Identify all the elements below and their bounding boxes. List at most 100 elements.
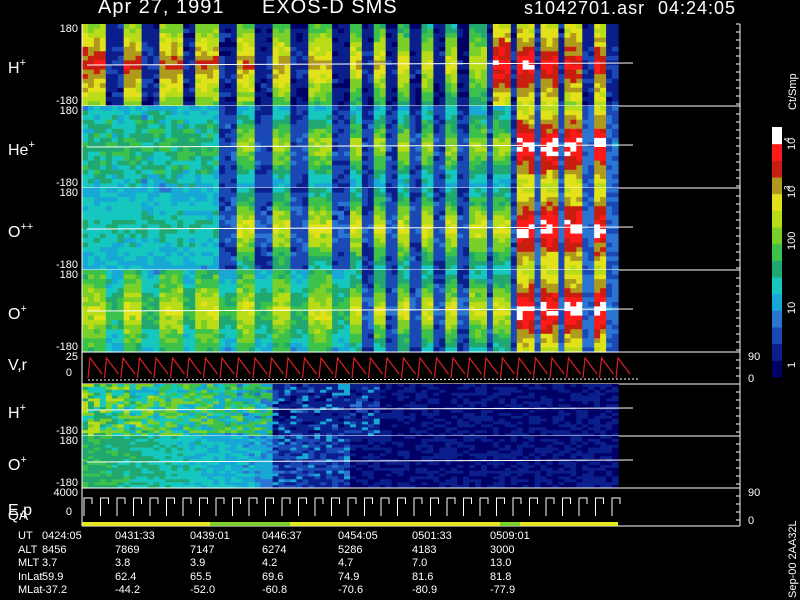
pixel bbox=[421, 256, 429, 262]
pixel bbox=[82, 270, 89, 276]
pixel bbox=[302, 133, 309, 139]
pixel bbox=[612, 210, 619, 216]
pixel bbox=[528, 37, 536, 43]
pixel bbox=[558, 210, 565, 216]
pixel bbox=[111, 169, 119, 175]
pixel bbox=[189, 92, 196, 98]
pixel bbox=[332, 224, 339, 230]
pixel bbox=[403, 178, 411, 185]
pixel bbox=[421, 160, 429, 166]
pixel bbox=[516, 178, 524, 185]
pixel bbox=[385, 96, 393, 103]
pixel bbox=[457, 106, 464, 112]
pixel bbox=[284, 87, 292, 93]
pixel bbox=[284, 92, 292, 98]
pixel bbox=[457, 174, 464, 180]
pixel bbox=[492, 174, 500, 180]
pixel bbox=[248, 83, 256, 89]
pixel bbox=[600, 87, 607, 93]
pixel bbox=[439, 210, 446, 216]
pixel bbox=[391, 128, 399, 134]
pixel bbox=[385, 147, 393, 153]
pixel bbox=[552, 229, 560, 235]
pixel bbox=[266, 128, 274, 134]
pixel bbox=[171, 238, 178, 244]
pixel bbox=[397, 110, 405, 116]
pixel bbox=[445, 197, 452, 203]
pixel bbox=[278, 33, 286, 39]
pixel bbox=[320, 147, 327, 153]
pixel bbox=[344, 174, 351, 180]
pixel bbox=[397, 242, 405, 248]
pixel bbox=[439, 229, 446, 235]
pixel bbox=[219, 242, 226, 248]
pixel bbox=[141, 260, 149, 267]
pixel bbox=[528, 124, 536, 130]
pixel bbox=[356, 151, 363, 157]
pixel bbox=[260, 206, 268, 212]
pixel bbox=[528, 33, 536, 39]
pixel bbox=[397, 78, 405, 84]
pixel bbox=[570, 74, 577, 80]
pixel bbox=[236, 188, 244, 194]
pixel bbox=[135, 188, 143, 194]
pixel bbox=[534, 151, 542, 157]
pixel bbox=[284, 37, 292, 43]
pixel bbox=[510, 83, 518, 89]
pixel bbox=[379, 74, 387, 80]
pixel bbox=[391, 24, 399, 30]
pixel bbox=[111, 69, 119, 75]
pixel bbox=[481, 96, 488, 103]
pixel bbox=[415, 119, 423, 125]
pixel bbox=[88, 55, 95, 62]
pixel bbox=[367, 87, 375, 93]
pixel bbox=[361, 87, 369, 93]
pixel bbox=[397, 169, 405, 175]
pixel bbox=[469, 128, 476, 134]
pixel bbox=[338, 37, 345, 43]
pixel bbox=[594, 42, 601, 48]
pixel bbox=[606, 55, 613, 62]
pixel bbox=[469, 174, 476, 180]
pixel bbox=[183, 215, 190, 221]
pixel bbox=[510, 165, 518, 171]
pixel bbox=[344, 65, 351, 71]
pixel bbox=[320, 160, 327, 166]
pixel bbox=[88, 156, 95, 162]
pixel bbox=[147, 137, 155, 144]
pixel bbox=[314, 60, 321, 66]
pixel bbox=[558, 65, 565, 71]
pixel bbox=[409, 142, 417, 148]
pixel bbox=[296, 128, 303, 134]
pixel bbox=[552, 69, 560, 75]
pixel bbox=[141, 110, 149, 116]
pixel bbox=[367, 106, 375, 112]
pixel bbox=[242, 201, 250, 207]
pixel bbox=[201, 197, 208, 203]
pixel bbox=[135, 215, 143, 221]
pixel bbox=[487, 42, 494, 48]
pixel bbox=[314, 160, 321, 166]
pixel bbox=[177, 65, 184, 71]
pixel bbox=[487, 174, 494, 180]
pixel bbox=[296, 119, 303, 125]
pixel bbox=[475, 33, 482, 39]
pixel bbox=[153, 115, 161, 121]
pixel bbox=[469, 201, 476, 207]
pixel bbox=[153, 92, 161, 98]
pixel bbox=[397, 165, 405, 171]
pixel bbox=[308, 46, 315, 52]
pixel bbox=[403, 197, 411, 203]
pixel bbox=[147, 238, 155, 244]
pixel bbox=[540, 92, 548, 98]
pixel bbox=[219, 137, 226, 144]
pixel bbox=[219, 206, 226, 212]
pixel bbox=[165, 87, 172, 93]
pixel bbox=[171, 65, 178, 71]
pixel bbox=[409, 178, 417, 185]
pixel bbox=[528, 206, 536, 212]
pixel bbox=[183, 46, 190, 52]
pixel bbox=[558, 192, 565, 198]
pixel bbox=[433, 201, 440, 207]
pixel bbox=[403, 110, 411, 116]
